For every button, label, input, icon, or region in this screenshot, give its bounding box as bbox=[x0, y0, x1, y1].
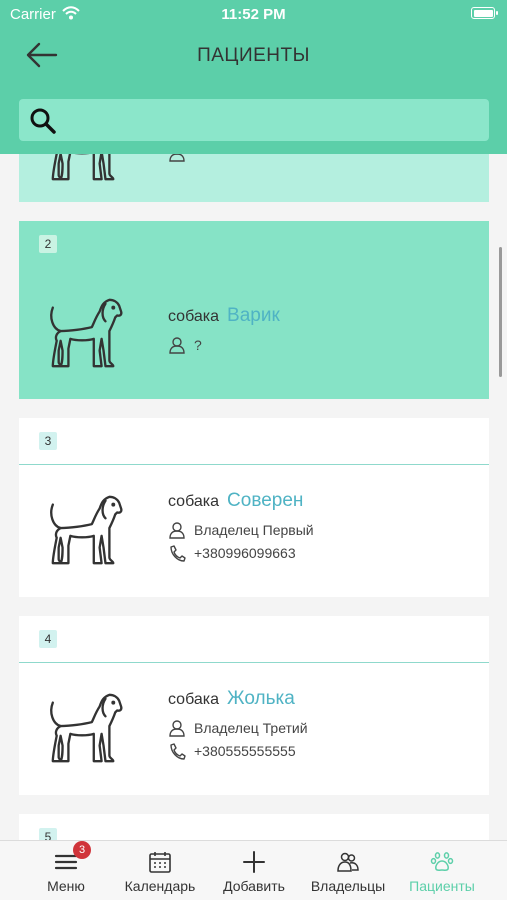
tab-menu[interactable]: 3 Меню bbox=[16, 841, 116, 900]
patient-species: собака bbox=[168, 691, 220, 708]
tab-label: Календарь bbox=[124, 878, 196, 894]
card-divider bbox=[19, 464, 489, 465]
status-bar: Carrier 11:52 PM bbox=[0, 0, 507, 30]
owner-row: Владелец Первый bbox=[168, 521, 314, 539]
tab-add[interactable]: Добавить bbox=[204, 841, 304, 900]
patient-info: собака Варик ? bbox=[168, 305, 280, 354]
phone-row[interactable]: +380996099663 bbox=[168, 544, 314, 562]
patient-number: 3 bbox=[39, 432, 57, 450]
patient-name[interactable]: Жолька bbox=[227, 688, 295, 710]
patient-info: собака Соверен Владелец Первый +380996099… bbox=[168, 490, 314, 562]
dog-icon bbox=[50, 495, 123, 565]
phone-icon bbox=[170, 743, 186, 760]
plus-icon bbox=[243, 851, 265, 873]
phone-icon bbox=[170, 545, 186, 562]
patient-card[interactable]: 2 собака Варик ? bbox=[19, 221, 489, 399]
search-bar[interactable] bbox=[19, 99, 489, 141]
owner-phone[interactable]: +380996099663 bbox=[194, 545, 296, 561]
tab-owners[interactable]: Владельцы bbox=[298, 841, 398, 900]
owner-row: ? bbox=[168, 336, 280, 354]
phone-row[interactable]: +380555555555 bbox=[168, 742, 308, 760]
paw-icon bbox=[430, 852, 454, 871]
scrollbar[interactable] bbox=[499, 247, 502, 377]
patient-info: собака Жолька Владелец Третий +3805555555… bbox=[168, 688, 308, 760]
owner-icon bbox=[169, 337, 185, 354]
battery-icon bbox=[471, 7, 498, 19]
owner-icon bbox=[169, 522, 185, 539]
tab-label: Добавить bbox=[223, 878, 285, 894]
patient-species: собака bbox=[168, 308, 220, 325]
patient-species: собака bbox=[168, 493, 220, 510]
owner-phone[interactable]: +380555555555 bbox=[194, 743, 296, 759]
owners-icon bbox=[337, 852, 359, 872]
patient-card[interactable]: 5 bbox=[19, 814, 489, 840]
owner-name: Владелец Первый bbox=[194, 522, 314, 538]
patient-card[interactable]: 3 собака Соверен Владелец Первый +3809960… bbox=[19, 418, 489, 597]
tab-calendar[interactable]: Календарь bbox=[110, 841, 210, 900]
tab-patients[interactable]: Пациенты bbox=[392, 841, 492, 900]
owner-name: Владелец Третий bbox=[194, 720, 308, 736]
dog-icon bbox=[50, 298, 123, 368]
dog-icon bbox=[50, 693, 123, 763]
patient-number: 4 bbox=[39, 630, 57, 648]
app-header: Carrier 11:52 PM ПАЦИЕНТЫ bbox=[0, 0, 507, 154]
tab-label: Владельцы bbox=[310, 878, 386, 894]
clock: 11:52 PM bbox=[221, 6, 286, 23]
calendar-icon bbox=[149, 852, 171, 873]
card-divider bbox=[19, 662, 489, 663]
search-input[interactable] bbox=[67, 105, 477, 135]
owner-icon bbox=[169, 720, 185, 737]
patient-number: 2 bbox=[39, 235, 57, 253]
search-icon[interactable] bbox=[29, 107, 57, 135]
tab-bar: 3 Меню Календарь Добавить Владельцы Паци… bbox=[0, 840, 507, 900]
notification-badge: 3 bbox=[73, 841, 91, 859]
tab-label: Меню bbox=[47, 878, 85, 894]
patient-name[interactable]: Соверен bbox=[227, 490, 303, 512]
patient-number: 5 bbox=[39, 828, 57, 840]
patient-card[interactable]: 4 собака Жолька Владелец Третий +38055555… bbox=[19, 616, 489, 795]
tab-label: Пациенты bbox=[409, 878, 475, 894]
owner-name: ? bbox=[194, 337, 202, 353]
page-title: ПАЦИЕНТЫ bbox=[197, 45, 310, 66]
owner-row: Владелец Третий bbox=[168, 719, 308, 737]
patient-name[interactable]: Варик bbox=[227, 305, 280, 327]
